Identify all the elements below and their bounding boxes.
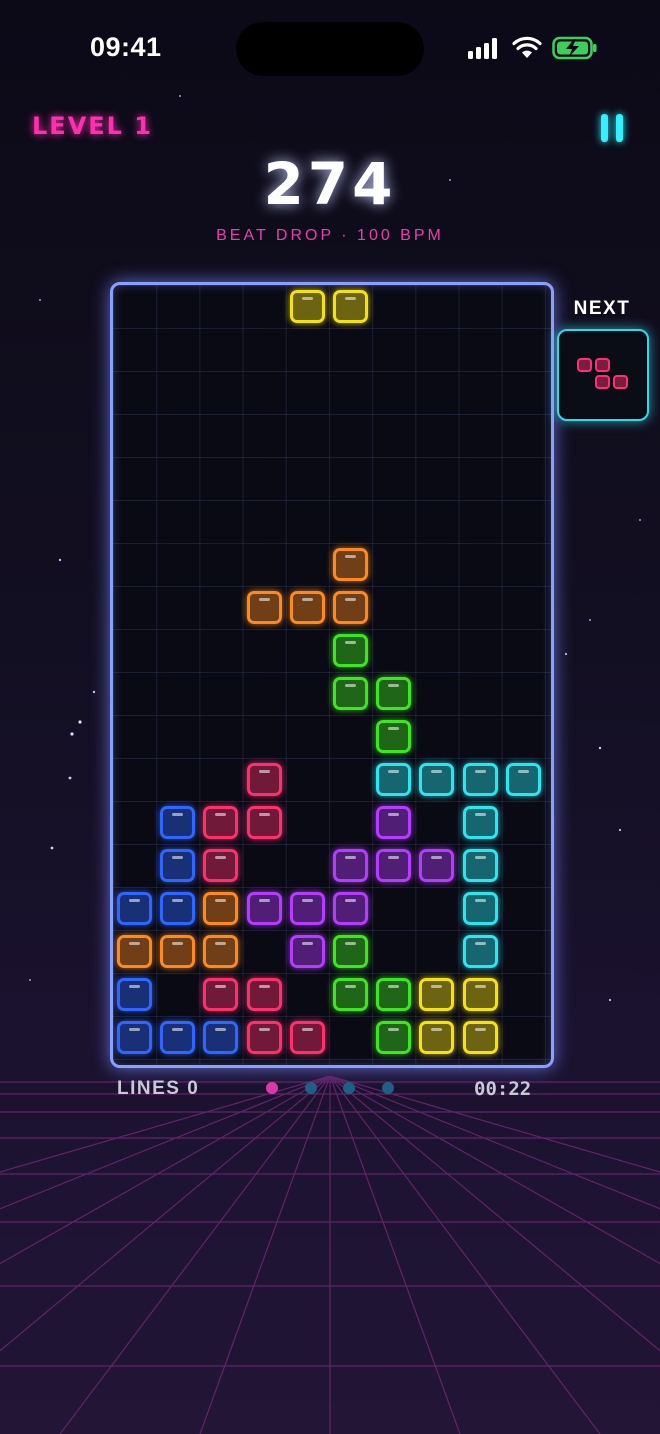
block-red bbox=[246, 978, 282, 1011]
block-orange bbox=[289, 591, 325, 624]
block-yellow bbox=[419, 1021, 455, 1054]
next-piece-block bbox=[595, 358, 610, 372]
block-blue bbox=[160, 806, 196, 839]
block-red bbox=[246, 763, 282, 796]
block-cyan bbox=[376, 763, 412, 796]
block-blue bbox=[203, 1021, 239, 1054]
block-green bbox=[333, 634, 368, 667]
block-yellow bbox=[419, 978, 455, 1011]
block-orange bbox=[160, 935, 196, 968]
beat-dot bbox=[382, 1082, 394, 1094]
block-red bbox=[246, 806, 282, 839]
block-red bbox=[203, 849, 239, 882]
block-yellow bbox=[462, 978, 498, 1011]
game-board[interactable] bbox=[110, 282, 554, 1068]
block-orange bbox=[333, 548, 368, 581]
track-subtitle: BEAT DROP · 100 BPM bbox=[216, 227, 444, 244]
block-orange bbox=[203, 935, 239, 968]
block-green bbox=[376, 720, 412, 753]
next-piece-block bbox=[613, 375, 628, 389]
block-cyan bbox=[419, 763, 455, 796]
block-yellow bbox=[333, 290, 368, 323]
next-piece-block bbox=[595, 375, 610, 389]
block-purple bbox=[419, 849, 455, 882]
beat-dot bbox=[343, 1082, 355, 1094]
block-cyan bbox=[462, 849, 498, 882]
block-cyan bbox=[462, 892, 498, 925]
block-purple bbox=[333, 849, 368, 882]
neon-grid-floor bbox=[0, 1076, 660, 1434]
block-green bbox=[333, 935, 368, 968]
block-red bbox=[289, 1021, 325, 1054]
lines-counter: LINES 0 bbox=[117, 1078, 200, 1099]
block-red bbox=[203, 806, 239, 839]
next-piece-preview bbox=[557, 329, 649, 421]
block-blue bbox=[160, 1021, 196, 1054]
block-purple bbox=[289, 892, 325, 925]
block-blue bbox=[117, 892, 152, 925]
beat-dot bbox=[305, 1082, 317, 1094]
block-green bbox=[333, 677, 368, 710]
block-orange bbox=[333, 591, 368, 624]
block-blue bbox=[117, 1021, 152, 1054]
status-time: 09:41 bbox=[90, 32, 162, 62]
block-orange bbox=[203, 892, 239, 925]
block-green bbox=[376, 978, 412, 1011]
block-purple bbox=[376, 849, 412, 882]
block-cyan bbox=[462, 935, 498, 968]
block-purple bbox=[289, 935, 325, 968]
block-cyan bbox=[505, 763, 541, 796]
block-red bbox=[203, 978, 239, 1011]
block-yellow bbox=[289, 290, 325, 323]
battery-charging-icon bbox=[552, 36, 597, 60]
block-purple bbox=[246, 892, 282, 925]
game-timer: 00:22 bbox=[474, 1078, 532, 1100]
block-yellow bbox=[462, 1021, 498, 1054]
block-green bbox=[333, 978, 368, 1011]
block-blue bbox=[160, 892, 196, 925]
pause-button[interactable] bbox=[594, 114, 630, 150]
block-purple bbox=[376, 806, 412, 839]
cellular-signal-icon bbox=[468, 38, 497, 59]
block-blue bbox=[117, 978, 152, 1011]
block-cyan bbox=[462, 763, 498, 796]
block-orange bbox=[117, 935, 152, 968]
beat-dot bbox=[266, 1082, 278, 1094]
wifi-icon bbox=[512, 36, 542, 58]
block-orange bbox=[246, 591, 282, 624]
score-display: 274 bbox=[263, 150, 397, 218]
next-label: NEXT bbox=[573, 298, 631, 319]
block-cyan bbox=[462, 806, 498, 839]
status-bar: 09:41 bbox=[0, 0, 660, 90]
block-green bbox=[376, 1021, 412, 1054]
game-footer: LINES 0 00:22 bbox=[0, 1076, 660, 1106]
pause-bar-right bbox=[616, 114, 623, 142]
block-purple bbox=[333, 892, 368, 925]
level-indicator: LEVEL 1 bbox=[32, 112, 154, 140]
dynamic-island bbox=[236, 22, 424, 76]
pause-bar-left bbox=[601, 114, 608, 142]
block-blue bbox=[160, 849, 196, 882]
block-red bbox=[246, 1021, 282, 1054]
block-green bbox=[376, 677, 412, 710]
next-piece-block bbox=[577, 358, 592, 372]
